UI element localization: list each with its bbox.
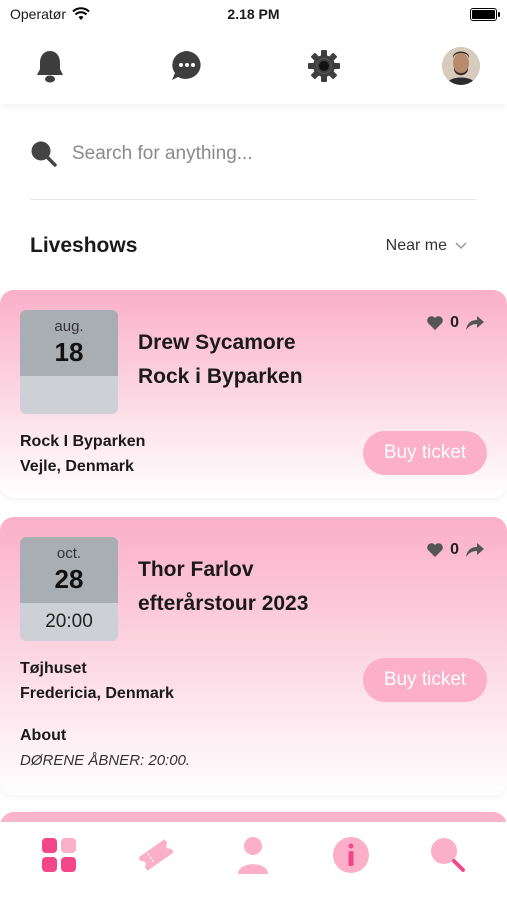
nav-tickets[interactable] [131, 830, 181, 880]
status-bar: Operatør 2.18 PM [0, 0, 507, 28]
event-stats: 0 [426, 314, 485, 332]
grid-icon [41, 838, 76, 872]
notifications-button[interactable] [30, 46, 70, 86]
date-badge: oct. 28 20:00 [20, 537, 118, 641]
info-icon [332, 837, 369, 873]
messages-button[interactable] [167, 46, 207, 86]
venue-location: Vejle, Denmark [20, 458, 134, 475]
divider [30, 199, 477, 200]
date-day: 28 [54, 564, 84, 594]
heart-icon[interactable] [426, 542, 444, 558]
section-title: Liveshows [30, 234, 138, 257]
nav-search[interactable] [423, 830, 473, 880]
profile-button[interactable] [441, 46, 481, 86]
venue-name: Tøjhuset [20, 660, 87, 677]
top-bar [0, 28, 507, 104]
carrier-group: Operatør [10, 6, 90, 22]
event-title-line1: Thor Farlov [138, 558, 254, 581]
event-title: Thor Farlov efterårstour 2023 [138, 553, 308, 621]
date-time [20, 376, 118, 414]
about-label: About [20, 727, 67, 744]
event-title-line2: Rock i Byparken [138, 365, 303, 388]
nav-home[interactable] [34, 830, 84, 880]
battery-icon [470, 8, 500, 21]
share-icon[interactable] [465, 315, 485, 331]
event-title: Drew Sycamore Rock i Byparken [138, 326, 303, 394]
search-bar [30, 128, 477, 180]
buy-ticket-button[interactable]: Buy ticket [363, 658, 487, 702]
settings-button[interactable] [304, 46, 344, 86]
event-card[interactable]: oct. 28 20:00 Thor Farlov efterårstour 2… [0, 517, 507, 795]
avatar [442, 47, 480, 85]
wifi-icon [72, 7, 90, 20]
date-day: 18 [54, 337, 84, 367]
gear-icon [308, 50, 340, 82]
share-icon[interactable] [465, 542, 485, 558]
date-time: 20:00 [45, 611, 93, 632]
search-icon [31, 141, 57, 167]
likes-count: 0 [450, 314, 459, 331]
filter-label: Near me [385, 237, 447, 254]
date-badge: aug. 18 [20, 310, 118, 414]
event-title-line1: Drew Sycamore [138, 331, 296, 354]
search-input[interactable] [72, 143, 452, 165]
user-icon [238, 837, 269, 874]
search-icon [431, 838, 466, 872]
bottom-nav [0, 822, 507, 900]
event-stats: 0 [426, 541, 485, 559]
venue-location: Fredericia, Denmark [20, 685, 174, 702]
ticket-icon [138, 839, 174, 871]
likes-count: 0 [450, 541, 459, 558]
heart-icon[interactable] [426, 315, 444, 331]
event-card[interactable]: aug. 18 Drew Sycamore Rock i Byparken 0 … [0, 290, 507, 498]
event-title-line2: efterårstour 2023 [138, 592, 309, 615]
location-filter[interactable]: Near me [386, 237, 467, 255]
about-text: DØRENE ÅBNER: 20:00. [20, 752, 191, 769]
carrier-label: Operatør [10, 6, 67, 22]
section-header: Liveshows Near me [30, 226, 467, 266]
venue-info: Rock I Byparken Vejle, Denmark [20, 429, 145, 479]
venue-name: Rock I Byparken [20, 433, 146, 450]
bell-icon [37, 51, 63, 83]
chevron-down-icon [455, 242, 467, 250]
date-month: oct. [56, 545, 82, 562]
nav-profile[interactable] [228, 830, 278, 880]
buy-ticket-button[interactable]: Buy ticket [363, 431, 487, 475]
date-month: aug. [54, 318, 84, 335]
chat-icon [172, 51, 201, 80]
nav-info[interactable] [326, 830, 376, 880]
venue-info: Tøjhuset Fredericia, Denmark [20, 656, 174, 706]
